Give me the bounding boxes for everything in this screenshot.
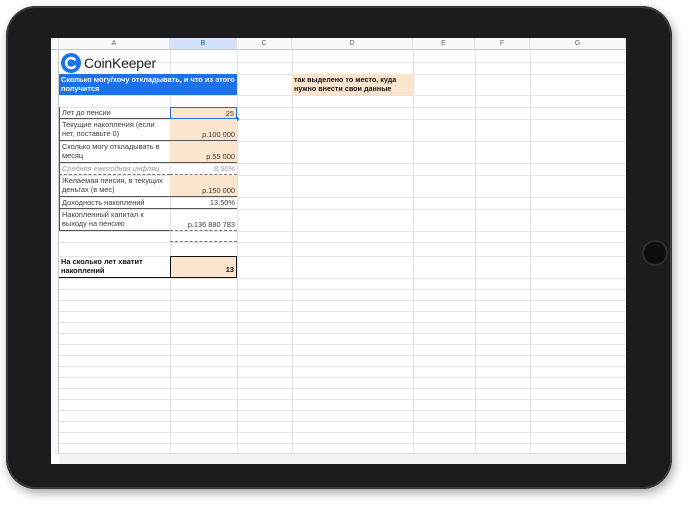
grid-line — [59, 399, 626, 400]
value-accumulated-capital[interactable]: р.136 880 783 — [170, 209, 237, 231]
row-gutter[interactable] — [51, 50, 59, 454]
column-header-f[interactable]: F — [475, 38, 530, 50]
grid-line — [59, 377, 626, 378]
grid-line — [292, 50, 293, 454]
grid-line — [59, 311, 626, 312]
home-button[interactable] — [642, 240, 668, 266]
label-inflation[interactable]: Средняя ежегодная инфляц — [59, 163, 170, 175]
empty-cell[interactable] — [170, 231, 237, 242]
value-years-enough[interactable]: 13 — [170, 256, 237, 278]
column-header-e[interactable]: E — [413, 38, 475, 50]
grid-line — [59, 410, 626, 411]
column-header-g[interactable]: G — [530, 38, 626, 50]
column-header-c[interactable]: C — [237, 38, 292, 50]
column-header-d[interactable]: D — [292, 38, 413, 50]
grid-line — [475, 50, 476, 454]
grid-line — [59, 443, 626, 444]
grid-line — [530, 50, 531, 454]
label-return[interactable]: Доходность накоплений — [59, 197, 170, 209]
horizontal-scrollbar[interactable] — [59, 453, 626, 464]
label-years-to-pension[interactable]: Лет до пенсии — [59, 107, 170, 119]
label-current-savings[interactable]: Текущие накопления (если нет, поставьте … — [59, 119, 170, 141]
grid-line — [237, 50, 238, 454]
grid-line — [59, 388, 626, 389]
grid-line — [59, 242, 626, 243]
label-accumulated-capital[interactable]: Накопленный капитал к выходу на пенсию — [59, 209, 170, 231]
label-years-enough[interactable]: На сколько лет хватит накоплений — [59, 256, 170, 278]
value-return[interactable]: 13,50% — [170, 197, 237, 209]
grid-line — [59, 278, 626, 279]
value-desired-pension[interactable]: р.150 000 — [170, 175, 237, 197]
grid-line — [59, 421, 626, 422]
value-current-savings[interactable]: р.100 000 — [170, 119, 237, 141]
column-header-b[interactable]: B — [170, 38, 237, 50]
corner-cell[interactable] — [51, 38, 59, 50]
header-title-cell[interactable]: Сколько могу/хочу откладывать, и что из … — [59, 74, 237, 95]
grid-line — [59, 300, 626, 301]
column-header-a[interactable]: A — [59, 38, 170, 50]
grid-line — [59, 231, 626, 232]
grid-line — [59, 344, 626, 345]
value-monthly-saving[interactable]: р.55 000 — [170, 141, 237, 163]
grid-line — [59, 95, 626, 96]
value-inflation[interactable]: 8,50% — [170, 163, 237, 175]
grid-line — [59, 366, 626, 367]
grid-line — [59, 322, 626, 323]
grid-line — [59, 333, 626, 334]
label-monthly-saving[interactable]: Сколько могу откладывать в месяц — [59, 141, 170, 163]
coinkeeper-logo: CoinKeeper — [61, 52, 156, 74]
grid-line — [59, 432, 626, 433]
coinkeeper-logo-icon — [61, 53, 81, 73]
grid-line — [413, 50, 414, 454]
note-cell[interactable]: так выделено то место, куда нужно внести… — [292, 74, 413, 95]
grid-line — [59, 289, 626, 290]
label-desired-pension[interactable]: Желаемая пенсия, в текущих деньгах (в ме… — [59, 175, 170, 197]
value-years-to-pension[interactable]: 25 — [170, 107, 237, 119]
brand-name: CoinKeeper — [84, 55, 156, 71]
grid-line — [59, 355, 626, 356]
spreadsheet-screen: A B C D E F G CoinKeeper Сколько могу/хо… — [51, 38, 626, 464]
